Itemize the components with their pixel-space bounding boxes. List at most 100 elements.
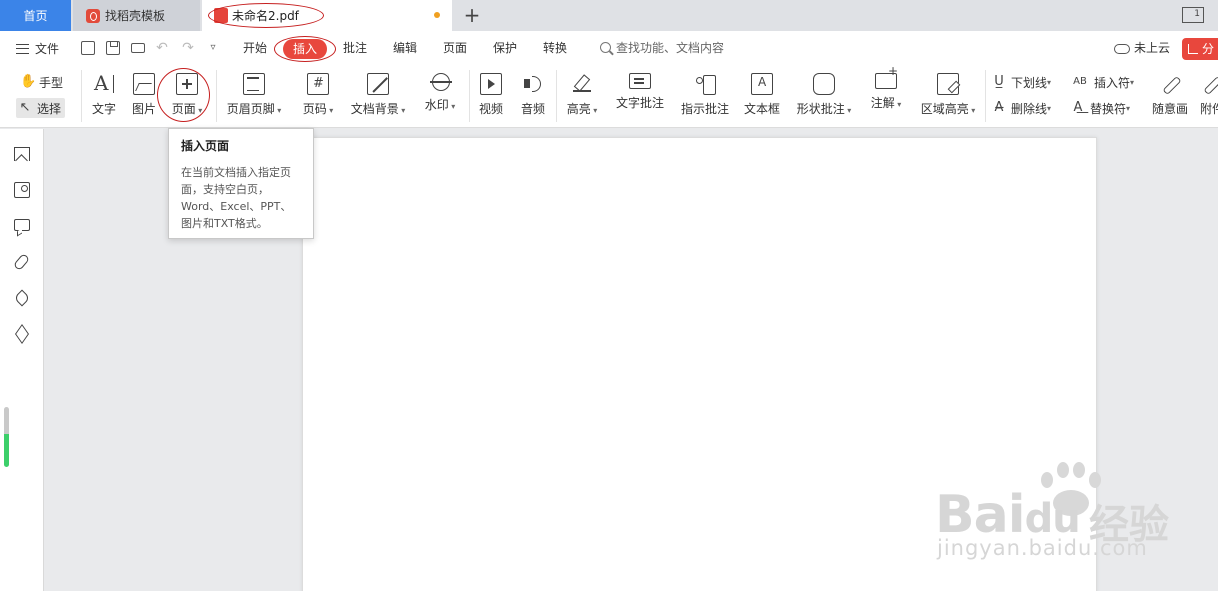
text-comment-label: 文字批注 (615, 96, 664, 110)
image-icon (133, 73, 155, 95)
insert-video-label: 视频 (478, 102, 503, 116)
replace-symbol-label: 替换符 (1090, 101, 1127, 116)
comment-icon[interactable] (14, 219, 30, 231)
sidebar-scrollbar[interactable] (4, 407, 9, 467)
freehand-button[interactable]: 随意画 (1150, 66, 1190, 128)
text-comment-button[interactable]: 文字批注 (614, 66, 666, 128)
cloud-icon[interactable] (1114, 44, 1130, 54)
signature-icon[interactable] (14, 290, 30, 306)
watermark-icon (430, 73, 452, 91)
pdf-file-icon (214, 8, 228, 23)
watermark-url: jingyan.baidu.com (937, 536, 1148, 560)
insert-symbol-label: 插入符 (1094, 75, 1131, 90)
share-button[interactable]: 分 (1182, 38, 1218, 60)
insert-page-tooltip: 插入页面 在当前文档插入指定页面，支持空白页，Word、Excel、PPT、图片… (168, 128, 314, 239)
insert-text-button[interactable]: 文字 (90, 66, 118, 128)
insert-page-button[interactable]: 页面 (167, 66, 207, 128)
redo-icon[interactable]: ↷ (181, 41, 195, 55)
left-sidebar (0, 129, 44, 591)
note-label: 注解 (871, 94, 902, 111)
page-number-icon (307, 73, 329, 95)
tab-convert[interactable]: 转换 (543, 31, 567, 66)
bookmark-icon[interactable] (14, 147, 30, 161)
print-icon[interactable] (131, 43, 145, 53)
background-icon (367, 73, 389, 95)
replace-symbol-button[interactable]: A͟ 替换符 (1071, 98, 1130, 118)
open-icon[interactable] (81, 41, 95, 55)
tab-edit[interactable]: 编辑 (393, 31, 417, 66)
attachment-button[interactable]: 附件 (1200, 66, 1218, 128)
add-page-icon (176, 73, 198, 95)
header-footer-icon (243, 73, 265, 95)
tooltip-title: 插入页面 (181, 139, 230, 153)
header-footer-label: 页眉页脚 (227, 100, 282, 117)
text-icon (93, 71, 115, 95)
insert-video-button[interactable]: 视频 (477, 66, 505, 128)
page-number-button[interactable]: 页码 (298, 66, 338, 128)
attachment-label: 附件 (1200, 102, 1218, 116)
window-count-button[interactable]: 1 (1182, 7, 1204, 23)
hand-tool-label: 手型 (39, 75, 64, 90)
page-number-label: 页码 (303, 100, 334, 117)
header-footer-button[interactable]: 页眉页脚 (224, 66, 284, 128)
tab-template[interactable]: 找稻壳模板 (73, 0, 200, 31)
highlight-label: 高亮 (567, 100, 598, 117)
underline-label: 下划线 (1011, 75, 1048, 90)
doc-background-button[interactable]: 文档背景 (348, 66, 408, 128)
pointer-comment-label: 指示批注 (680, 102, 729, 116)
highlighter-icon (571, 73, 593, 95)
cloud-status[interactable]: 未上云 (1134, 31, 1170, 66)
attachment-icon[interactable] (12, 252, 31, 272)
tab-document[interactable]: 未命名2.pdf (202, 0, 452, 31)
note-button[interactable]: 注解 (868, 64, 904, 128)
unsaved-dot-icon (434, 12, 440, 18)
area-highlight-button[interactable]: 区域高亮 (919, 66, 977, 128)
insert-audio-label: 音频 (520, 102, 545, 116)
file-menu[interactable]: 文件 (16, 31, 59, 66)
shape-comment-button[interactable]: 形状批注 (795, 66, 853, 128)
insert-symbol-button[interactable]: AB 插入符 (1071, 72, 1134, 92)
text-box-label: 文本框 (743, 102, 780, 116)
quick-access-more-icon[interactable]: ▿ (206, 41, 220, 55)
text-box-icon (751, 73, 773, 95)
layers-icon[interactable] (14, 326, 30, 342)
text-comment-icon (629, 73, 651, 89)
shape-comment-icon (813, 73, 835, 95)
tab-home[interactable]: 首页 (0, 0, 71, 31)
hand-tool-button[interactable]: ✋ 手型 (20, 72, 63, 92)
insert-image-button[interactable]: 图片 (130, 66, 158, 128)
hand-icon: ✋ (20, 74, 37, 89)
freehand-label: 随意画 (1151, 102, 1188, 116)
save-icon[interactable] (106, 41, 120, 55)
insert-page-label: 页面 (172, 100, 203, 117)
search-icon[interactable] (600, 42, 611, 53)
select-tool-button[interactable]: ↖ 选择 (16, 98, 66, 118)
doc-background-label: 文档背景 (351, 100, 406, 117)
audio-icon (522, 73, 544, 95)
highlight-button[interactable]: 高亮 (564, 66, 600, 128)
insert-symbol-icon: AB (1073, 76, 1087, 87)
thumbnail-icon[interactable] (14, 182, 30, 198)
divider (216, 70, 217, 122)
undo-icon[interactable]: ↶ (155, 41, 169, 55)
text-box-button[interactable]: 文本框 (742, 66, 782, 128)
watermark-button[interactable]: 水印 (421, 66, 459, 128)
strikethrough-button[interactable]: A̶ 删除线 (992, 98, 1051, 118)
insert-audio-button[interactable]: 音频 (519, 66, 547, 128)
tab-start[interactable]: 开始 (243, 31, 267, 66)
pointer-comment-button[interactable]: 指示批注 (679, 66, 731, 128)
search-input[interactable]: 查找功能、文档内容 (616, 31, 724, 66)
pencil-icon (1159, 73, 1181, 95)
tab-insert[interactable]: 插入 (283, 39, 328, 59)
tab-bar: 首页 找稻壳模板 未命名2.pdf + 1 (0, 0, 1218, 31)
watermark-label: 水印 (425, 96, 456, 113)
tab-comment[interactable]: 批注 (343, 31, 367, 66)
select-tool-label: 选择 (37, 101, 62, 116)
note-icon (875, 64, 898, 89)
tab-protect[interactable]: 保护 (493, 31, 517, 66)
underline-button[interactable]: U̲ 下划线 (992, 72, 1051, 92)
tab-page[interactable]: 页面 (443, 31, 467, 66)
new-tab-button[interactable]: + (462, 4, 482, 26)
attachment-icon (1200, 73, 1218, 95)
tab-document-label: 未命名2.pdf (232, 9, 299, 23)
